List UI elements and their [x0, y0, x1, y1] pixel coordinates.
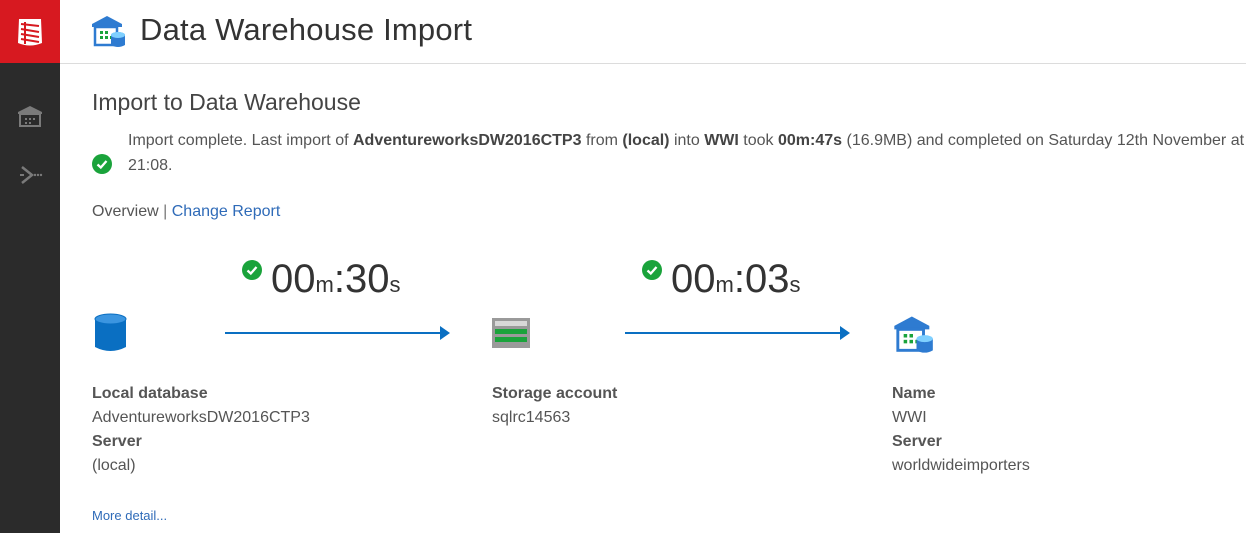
target-name: WWI [704, 132, 739, 149]
timer-seconds: 30 [344, 257, 390, 301]
source-server-label: Server [92, 433, 142, 450]
storage-value: sqlrc14563 [492, 409, 571, 426]
warehouse-icon[interactable] [0, 96, 60, 136]
timer-colon: : [733, 257, 745, 301]
timer-minutes: 00 [271, 257, 316, 301]
database-logo-icon[interactable] [0, 0, 60, 63]
data-warehouse-icon [891, 313, 935, 360]
destination-name-value: WWI [892, 409, 927, 426]
destination-server-label: Server [892, 433, 942, 450]
timer-load: 00 m:03 s [642, 257, 800, 302]
success-check-icon [642, 260, 662, 285]
destination-info: Name WWI Server worldwideimporters [892, 382, 1030, 478]
timer-seconds-unit: s [789, 272, 801, 297]
more-detail-link[interactable]: More detail... [92, 508, 167, 523]
timer-seconds: 03 [744, 257, 790, 301]
change-report-link[interactable]: Change Report [172, 203, 281, 220]
source-info: Local database AdventureworksDW2016CTP3 … [92, 382, 310, 478]
timer-colon: : [333, 257, 345, 301]
source-label: Local database [92, 385, 208, 402]
view-switcher: Overview | Change Report [92, 203, 280, 221]
data-warehouse-icon [90, 13, 126, 54]
page-title: Data Warehouse Import [140, 12, 473, 47]
destination-server-value: worldwideimporters [892, 457, 1030, 474]
deploy-icon[interactable] [0, 155, 60, 195]
header: Data Warehouse Import [60, 0, 1246, 64]
storage-label: Storage account [492, 385, 618, 402]
timer-seconds-unit: s [389, 272, 401, 297]
sidebar [0, 0, 60, 533]
local-database-icon [94, 313, 127, 358]
overview-tab[interactable]: Overview [92, 203, 159, 220]
timer-upload: 00 m:30 s [242, 257, 400, 302]
timer-minutes: 00 [671, 257, 716, 301]
flow-arrow [625, 326, 850, 340]
timer-minutes-unit: m [315, 272, 334, 297]
flow-arrow [225, 326, 450, 340]
destination-name-label: Name [892, 385, 936, 402]
import-duration: 00m:47s [778, 132, 843, 149]
source-db-value: AdventureworksDW2016CTP3 [92, 409, 310, 426]
view-separator: | [163, 203, 168, 220]
source-server-name: (local) [622, 132, 670, 149]
timer-minutes-unit: m [715, 272, 734, 297]
source-server-value: (local) [92, 457, 136, 474]
section-title: Import to Data Warehouse [92, 89, 361, 115]
storage-account-icon [492, 318, 530, 353]
success-check-icon [242, 260, 262, 285]
status-message: Import complete. Last import of Adventur… [128, 132, 1245, 174]
source-db-name: AdventureworksDW2016CTP3 [352, 132, 582, 149]
storage-info: Storage account sqlrc14563 [492, 382, 617, 430]
success-check-icon [92, 154, 112, 179]
